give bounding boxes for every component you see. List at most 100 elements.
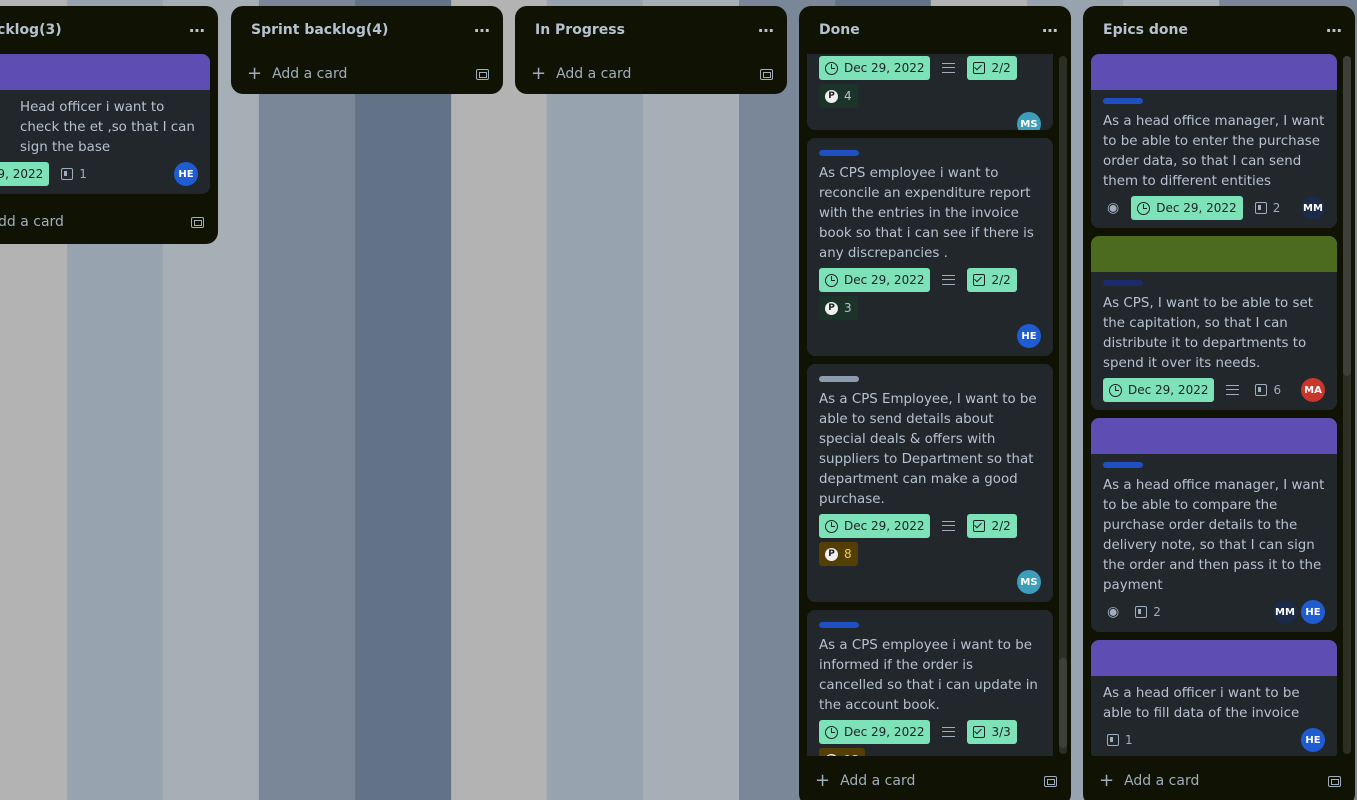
card[interactable]: As a CPS employee i want to be informed …: [807, 610, 1053, 756]
card-title: As a CPS employee i want to be informed …: [819, 638, 1038, 713]
watching-icon: ◉: [1107, 200, 1120, 216]
checklist-count: 3/3: [991, 725, 1011, 739]
plus-icon: +: [815, 770, 831, 791]
checklist-badge: 2/2: [967, 56, 1017, 80]
card-label[interactable]: [1103, 462, 1143, 468]
due-date-badge[interactable]: Dec 29, 2022: [819, 514, 931, 538]
list-title[interactable]: In Progress: [535, 22, 625, 38]
card-label[interactable]: [819, 622, 859, 628]
list-header[interactable]: Sprint backlog(4) ⋯: [231, 6, 503, 54]
card[interactable]: As CPS employee i want to reconcile an e…: [807, 138, 1053, 356]
list-header[interactable]: Done ⋯: [799, 6, 1071, 54]
scrollbar-thumb[interactable]: [1343, 56, 1351, 376]
due-date-badge[interactable]: Dec 29, 2022: [1131, 196, 1243, 220]
plus-icon: +: [1099, 770, 1115, 791]
add-card-row[interactable]: dd a card: [0, 202, 218, 242]
create-from-template-icon[interactable]: [760, 68, 773, 80]
list-header[interactable]: Epics done ⋯: [1083, 6, 1355, 54]
clock-icon: [1109, 383, 1122, 397]
create-from-template-icon[interactable]: [1328, 775, 1341, 787]
list-menu-icon[interactable]: ⋯: [189, 21, 206, 40]
card[interactable]: Dec 29, 2022 2/2 P 4 MS: [807, 54, 1053, 130]
checklist-badge: 2/2: [967, 514, 1017, 538]
avatar[interactable]: MA: [1301, 378, 1325, 402]
scrollbar-thumb[interactable]: [1059, 658, 1067, 748]
list-scrollbar[interactable]: [1059, 56, 1067, 754]
add-card-button[interactable]: Add a card: [840, 773, 915, 789]
clock-icon: [825, 273, 838, 287]
list-header[interactable]: In Progress ⋯: [515, 6, 787, 54]
list-cards-scroll[interactable]: As a head office manager, I want to be a…: [1083, 54, 1355, 756]
add-card-button[interactable]: dd a card: [0, 214, 64, 230]
attachment-count: 1: [1125, 733, 1133, 747]
card-label[interactable]: [1103, 98, 1143, 104]
avatar[interactable]: MS: [1017, 570, 1041, 594]
add-card-row[interactable]: + Add a card: [231, 54, 503, 94]
clock-icon: [1137, 201, 1151, 215]
create-from-template-icon[interactable]: [476, 68, 489, 80]
card[interactable]: As a head officer i want to be able to f…: [1091, 640, 1337, 756]
list-scrollbar[interactable]: [1343, 56, 1351, 754]
card-title: As a CPS Employee, I want to be able to …: [819, 392, 1037, 507]
list-cards-scroll[interactable]: Dec 29, 2022 2/2 P 4 MS As CPS employee …: [799, 54, 1071, 756]
due-date-badge[interactable]: Dec 29, 2022: [819, 56, 931, 80]
list-menu-icon[interactable]: ⋯: [474, 21, 491, 40]
list-title[interactable]: t backlog(3): [0, 22, 62, 38]
create-from-template-icon[interactable]: [1044, 775, 1057, 787]
card[interactable]: As a head office manager, I want to be a…: [1091, 54, 1337, 228]
story-points-badge: P 3: [819, 296, 858, 320]
list-epics-done: Epics done ⋯ As a head office manager, I…: [1083, 6, 1355, 800]
card[interactable]: As CPS, I want to be able to set the cap…: [1091, 236, 1337, 410]
card-title: As a head office manager, I want to be a…: [1103, 114, 1325, 189]
attachments-badge: 1: [1107, 733, 1133, 747]
list-done: Done ⋯ Dec 29, 2022 2/2 P 4 MS As CPS em…: [799, 6, 1071, 800]
due-date-badge[interactable]: Dec 29, 2022: [1103, 378, 1215, 402]
avatar[interactable]: MM: [1273, 600, 1297, 624]
list-in-progress: In Progress ⋯ + Add a card: [515, 6, 787, 94]
attachments-badge: 1: [61, 167, 87, 181]
card-cover: [1091, 54, 1337, 90]
list-title[interactable]: Done: [819, 22, 860, 38]
add-card-button[interactable]: Add a card: [1124, 773, 1199, 789]
avatar[interactable]: HE: [1301, 600, 1325, 624]
avatar[interactable]: HE: [174, 162, 198, 186]
list-menu-icon[interactable]: ⋯: [758, 21, 775, 40]
due-date-badge[interactable]: Dec 29, 2022: [819, 268, 931, 292]
due-date-badge[interactable]: ec 29, 2022: [0, 162, 50, 186]
card[interactable]: As a CPS Employee, I want to be able to …: [807, 364, 1053, 602]
card-label[interactable]: [1103, 280, 1143, 286]
list-sprint-backlog: Sprint backlog(4) ⋯ + Add a card: [231, 6, 503, 94]
attachment-count: 1: [79, 167, 87, 181]
add-card-button[interactable]: Add a card: [272, 66, 347, 82]
list-header[interactable]: t backlog(3) ⋯: [0, 6, 218, 54]
card-label[interactable]: [819, 150, 859, 156]
list-menu-icon[interactable]: ⋯: [1042, 21, 1059, 40]
list-product-backlog: t backlog(3) ⋯ Head officer i want to ch…: [0, 6, 218, 244]
card[interactable]: Head officer i want to check the et ,so …: [0, 54, 210, 194]
attachment-count: 2: [1272, 201, 1281, 215]
create-from-template-icon[interactable]: [191, 216, 204, 228]
avatar[interactable]: HE: [1017, 324, 1041, 348]
due-date-text: Dec 29, 2022: [844, 273, 925, 287]
add-card-button[interactable]: Add a card: [556, 66, 631, 82]
list-title[interactable]: Epics done: [1103, 22, 1188, 38]
avatar[interactable]: MM: [1301, 196, 1325, 220]
list-title[interactable]: Sprint backlog(4): [251, 22, 388, 38]
add-card-row[interactable]: + Add a card: [515, 54, 787, 94]
due-date-text: Dec 29, 2022: [844, 725, 925, 739]
due-date-badge[interactable]: Dec 29, 2022: [819, 720, 931, 744]
add-card-row[interactable]: + Add a card: [799, 756, 1071, 800]
list-menu-icon[interactable]: ⋯: [1326, 21, 1343, 40]
card-title: As a head office manager, I want to be a…: [1103, 478, 1325, 593]
due-date-text: Dec 29, 2022: [844, 61, 925, 75]
checklist-icon: [973, 274, 986, 286]
add-card-row[interactable]: + Add a card: [1083, 756, 1355, 800]
due-date-text: ec 29, 2022: [0, 167, 44, 181]
attachment-icon: [1255, 384, 1268, 396]
card-title: As CPS employee i want to reconcile an e…: [819, 166, 1034, 261]
avatar[interactable]: HE: [1301, 728, 1325, 752]
description-icon: [942, 63, 956, 73]
card-label[interactable]: [819, 376, 859, 382]
card[interactable]: As a head office manager, I want to be a…: [1091, 418, 1337, 632]
avatar[interactable]: MS: [1017, 112, 1041, 130]
